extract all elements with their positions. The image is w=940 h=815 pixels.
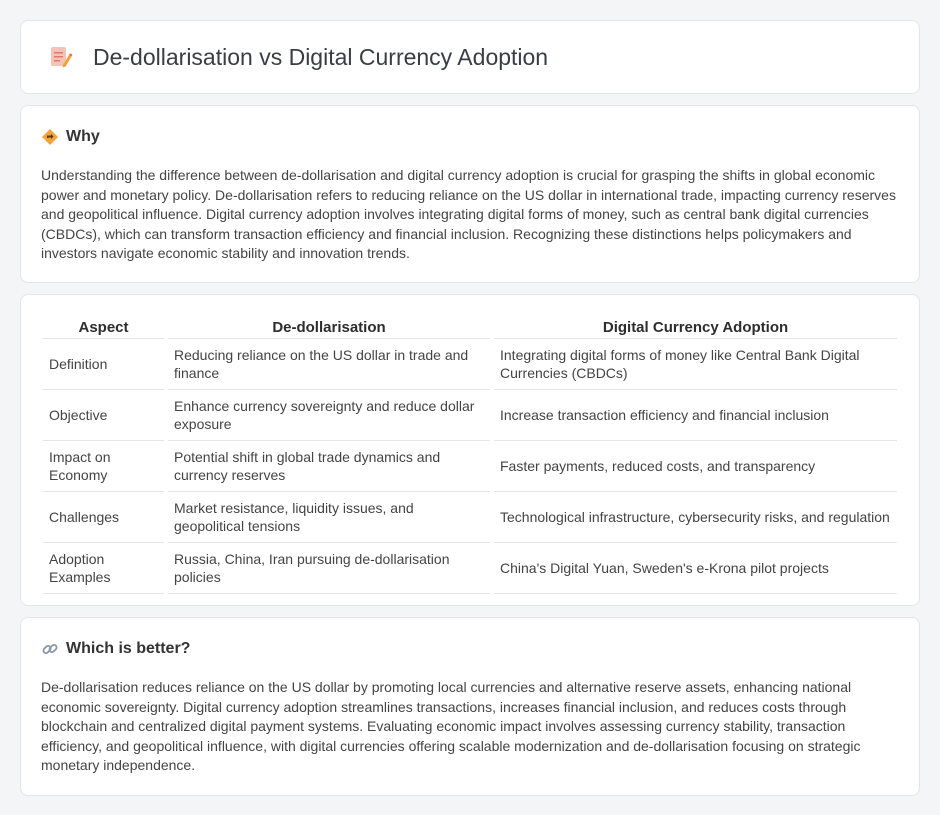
- row-de-dollarisation: Enhance currency sovereignty and reduce …: [168, 390, 490, 441]
- diamond-signpost-icon: [41, 128, 59, 146]
- why-text: Understanding the difference between de-…: [41, 167, 896, 261]
- comparison-table-card: Aspect De-dollarisation Digital Currency…: [20, 294, 920, 606]
- header-de-dollarisation: De-dollarisation: [168, 315, 490, 339]
- better-text: De-dollarisation reduces reliance on the…: [41, 679, 861, 773]
- better-heading-label: Which is better?: [66, 640, 191, 657]
- row-digital-currency: Increase transaction efficiency and fina…: [494, 390, 897, 441]
- page: De-dollarisation vs Digital Currency Ado…: [0, 0, 940, 796]
- which-is-better-card: Which is better? De-dollarisation reduce…: [20, 617, 920, 796]
- why-heading-label: Why: [66, 128, 100, 145]
- row-aspect: Objective: [43, 390, 164, 441]
- row-aspect: Adoption Examples: [43, 543, 164, 594]
- row-digital-currency: China's Digital Yuan, Sweden's e-Krona p…: [494, 543, 897, 594]
- document-pencil-icon: [47, 44, 73, 70]
- row-digital-currency: Technological infrastructure, cybersecur…: [494, 492, 897, 543]
- table-row: Impact on Economy Potential shift in glo…: [43, 441, 897, 492]
- header-aspect: Aspect: [43, 315, 164, 339]
- comparison-table: Aspect De-dollarisation Digital Currency…: [39, 315, 901, 594]
- table-row: Definition Reducing reliance on the US d…: [43, 339, 897, 390]
- row-de-dollarisation: Potential shift in global trade dynamics…: [168, 441, 490, 492]
- link-icon: [41, 640, 59, 658]
- row-aspect: Impact on Economy: [43, 441, 164, 492]
- row-aspect: Challenges: [43, 492, 164, 543]
- row-digital-currency: Integrating digital forms of money like …: [494, 339, 897, 390]
- table-row: Challenges Market resistance, liquidity …: [43, 492, 897, 543]
- better-heading: Which is better?: [41, 640, 899, 658]
- row-de-dollarisation: Market resistance, liquidity issues, and…: [168, 492, 490, 543]
- page-title: De-dollarisation vs Digital Currency Ado…: [93, 43, 549, 70]
- row-digital-currency: Faster payments, reduced costs, and tran…: [494, 441, 897, 492]
- header-card: De-dollarisation vs Digital Currency Ado…: [20, 20, 920, 94]
- table-header-row: Aspect De-dollarisation Digital Currency…: [43, 315, 897, 339]
- table-row: Adoption Examples Russia, China, Iran pu…: [43, 543, 897, 594]
- row-de-dollarisation: Russia, China, Iran pursuing de-dollaris…: [168, 543, 490, 594]
- why-heading: Why: [41, 128, 899, 146]
- header-digital-currency: Digital Currency Adoption: [494, 315, 897, 339]
- row-aspect: Definition: [43, 339, 164, 390]
- row-de-dollarisation: Reducing reliance on the US dollar in tr…: [168, 339, 490, 390]
- table-row: Objective Enhance currency sovereignty a…: [43, 390, 897, 441]
- why-card: Why Understanding the difference between…: [20, 105, 920, 283]
